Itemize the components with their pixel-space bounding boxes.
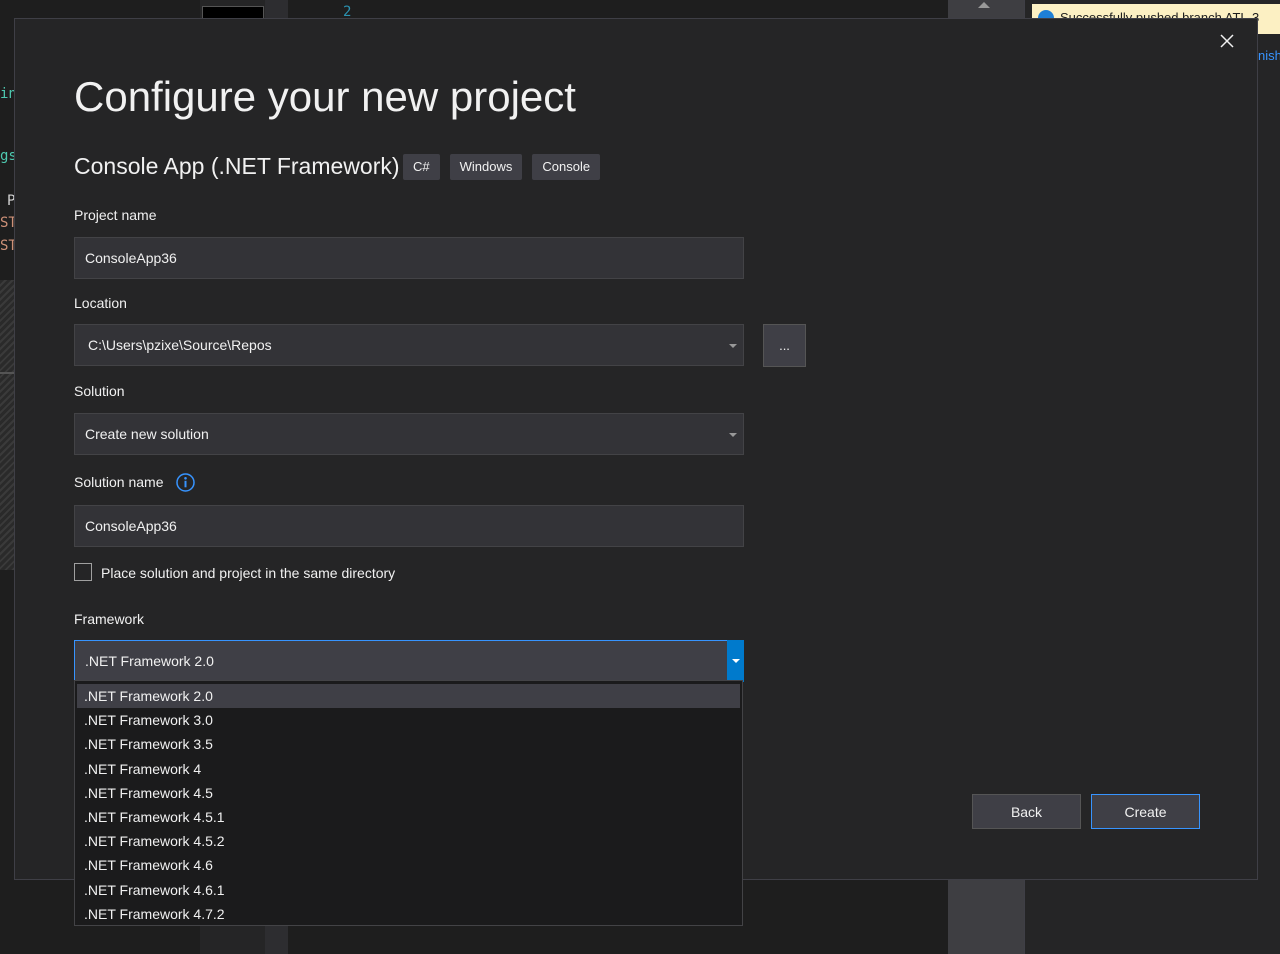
info-circle-icon [176, 473, 195, 492]
project-name-input[interactable]: ConsoleApp36 [74, 237, 744, 279]
framework-option[interactable]: .NET Framework 4.5.2 [77, 829, 740, 853]
close-button[interactable] [1217, 31, 1237, 51]
location-value: C:\Users\pzixe\Source\Repos [88, 337, 272, 353]
location-label: Location [74, 295, 127, 311]
info-icon[interactable] [176, 473, 195, 492]
solution-name-label: Solution name [74, 474, 164, 490]
framework-option[interactable]: .NET Framework 4.5 [77, 781, 740, 805]
create-button[interactable]: Create [1091, 794, 1200, 829]
framework-option[interactable]: .NET Framework 4.7.2 [77, 902, 740, 926]
framework-option[interactable]: .NET Framework 4 [77, 757, 740, 781]
framework-dropdown-list: .NET Framework 2.0 .NET Framework 3.0 .N… [74, 680, 743, 926]
dialog-title: Configure your new project [74, 73, 576, 120]
solution-combobox[interactable]: Create new solution [74, 413, 744, 455]
project-name-label: Project name [74, 207, 157, 223]
tag-platform: Windows [449, 154, 523, 180]
framework-dropdown-button[interactable] [727, 640, 744, 682]
framework-option[interactable]: .NET Framework 2.0 [77, 684, 740, 709]
framework-label: Framework [74, 611, 145, 627]
framework-value: .NET Framework 2.0 [85, 653, 214, 669]
tag-language: C# [403, 154, 440, 180]
ide-separator [0, 372, 14, 374]
back-button[interactable]: Back [972, 794, 1081, 829]
info-bar-link[interactable]: nish [1258, 48, 1280, 63]
framework-option[interactable]: .NET Framework 4.5.1 [77, 805, 740, 829]
chevron-down-icon [729, 344, 737, 348]
solution-name-input[interactable]: ConsoleApp36 [74, 505, 744, 547]
template-name: Console App (.NET Framework) [74, 153, 400, 179]
solution-label: Solution [74, 383, 125, 399]
same-directory-label[interactable]: Place solution and project in the same d… [101, 565, 395, 581]
framework-option[interactable]: .NET Framework 3.5 [77, 732, 740, 756]
browse-location-button[interactable]: ... [763, 324, 806, 367]
framework-option[interactable]: .NET Framework 4.6 [77, 853, 740, 877]
same-directory-checkbox[interactable] [74, 563, 92, 581]
chevron-down-icon [729, 433, 737, 437]
scroll-up-icon[interactable] [978, 2, 990, 8]
close-icon [1220, 34, 1234, 48]
solution-value: Create new solution [85, 426, 209, 442]
framework-combobox[interactable]: .NET Framework 2.0 [74, 640, 744, 682]
ide-hatch-area [0, 280, 14, 570]
location-combobox[interactable]: C:\Users\pzixe\Source\Repos [74, 324, 744, 366]
tag-project-type: Console [532, 154, 601, 180]
framework-option[interactable]: .NET Framework 4.6.1 [77, 878, 740, 902]
chevron-down-icon [731, 659, 740, 663]
template-tags: C# Windows Console [403, 154, 601, 180]
framework-option[interactable]: .NET Framework 3.0 [77, 708, 740, 732]
